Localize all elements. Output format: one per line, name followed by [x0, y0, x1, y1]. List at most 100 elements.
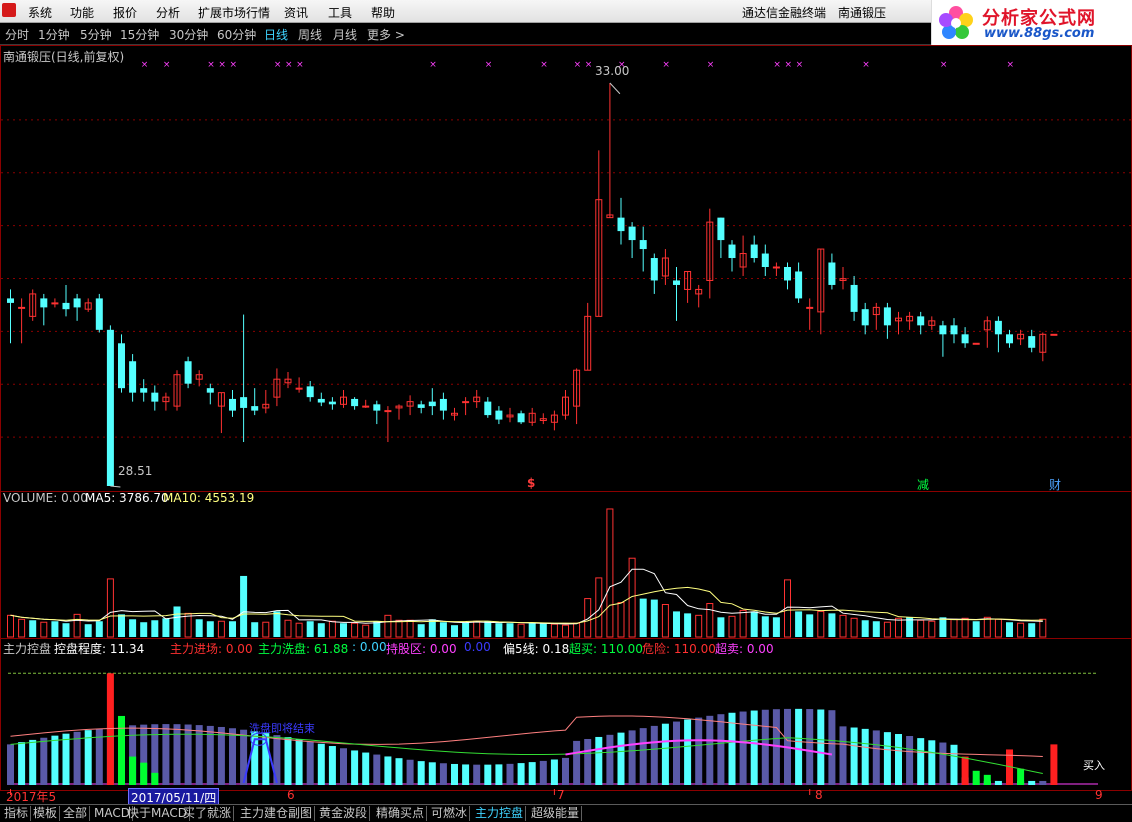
indicator-name: 主力控盘	[3, 642, 52, 656]
volume-bar-down	[428, 619, 436, 637]
volume-bar-up	[950, 618, 958, 638]
wash-bar	[118, 715, 125, 785]
menu-item-function[interactable]: 功能	[70, 4, 94, 21]
tab-golden-band[interactable]: 黄金波段	[317, 806, 371, 821]
high-pointer	[609, 82, 621, 95]
control-degree-bar	[273, 735, 281, 785]
menu-item-system[interactable]: 系统	[28, 4, 52, 21]
event-marker-dollar[interactable]: $	[527, 476, 535, 490]
indicator-main-entry: 主力进场: 0.00	[170, 642, 253, 656]
control-degree-bar	[806, 709, 814, 785]
candle-body-down	[650, 258, 658, 281]
volume-bar-up	[362, 624, 370, 638]
volume-bar-down	[639, 598, 647, 637]
flower-logo-icon	[939, 6, 973, 39]
control-degree-bar	[295, 739, 303, 785]
period-more[interactable]: 更多 >	[367, 26, 405, 43]
candle-body-down	[917, 316, 925, 326]
tab-main-control[interactable]: 主力控盘	[473, 806, 527, 821]
volume-bar-up	[40, 621, 48, 638]
volume-bar-up	[395, 619, 403, 638]
control-degree-bar	[928, 740, 936, 785]
chart-area[interactable]: × × × × × × × × × × × × × × × × × × × × × ×	[0, 45, 1132, 805]
candle-body-down	[240, 397, 248, 408]
x-axis-label-sep: 9	[1095, 788, 1103, 802]
volume-bar-down	[195, 619, 203, 637]
candle-body-down	[373, 404, 381, 411]
volume-bar-down	[506, 623, 514, 637]
main-entry-bar	[1050, 744, 1058, 785]
control-degree-bar	[628, 730, 636, 785]
tab-main-build-position[interactable]: 主力建仓副图	[238, 806, 316, 821]
event-marker-finance[interactable]: 财	[1049, 476, 1061, 493]
volume-bar-up	[617, 602, 625, 638]
tab-combustible-ice[interactable]: 可燃冰	[429, 806, 471, 821]
candle-body-down	[40, 298, 48, 308]
candle-body-down	[728, 244, 736, 259]
period-monthly[interactable]: 月线	[333, 26, 357, 43]
candle-body-down	[484, 401, 492, 416]
period-1min[interactable]: 1分钟	[38, 26, 70, 43]
candle-body-down	[428, 401, 436, 407]
volume-ma5: MA5: 3786.70	[85, 491, 169, 505]
wash-end-annotation: 洗盘即将结束	[249, 722, 315, 735]
control-degree-bar	[617, 732, 625, 785]
control-degree-bar	[473, 764, 481, 785]
volume-bar-down	[29, 620, 37, 637]
volume-bar-down	[173, 606, 181, 637]
top-signal-marker: ×	[574, 60, 582, 70]
volume-bar-down	[939, 617, 947, 637]
control-degree-bar	[695, 717, 703, 785]
wash-bar	[983, 774, 991, 785]
period-daily[interactable]: 日线	[264, 26, 288, 43]
top-signal-marker: ×	[141, 60, 149, 70]
control-degree-bar	[817, 709, 825, 785]
period-5min[interactable]: 5分钟	[80, 26, 112, 43]
volume-bar-down	[417, 624, 425, 637]
candle-body-up	[362, 405, 370, 408]
top-signal-marker: ×	[540, 60, 548, 70]
control-degree-bar	[994, 780, 1002, 785]
control-degree-bar	[362, 752, 370, 785]
tab-super-energy[interactable]: 超级能量	[529, 806, 583, 821]
volume-bar-down	[772, 617, 780, 637]
control-degree-bar	[883, 732, 891, 785]
tab-indicator[interactable]: 指标	[2, 806, 32, 821]
candle-body-down	[994, 320, 1002, 335]
app-logo-icon[interactable]	[2, 3, 16, 17]
top-signal-marker: ×	[773, 60, 781, 70]
volume-bar-up	[917, 619, 925, 638]
menu-item-extended-market[interactable]: 扩展市场行情	[198, 4, 270, 21]
top-signal-marker: ×	[429, 60, 437, 70]
event-marker-reduce[interactable]: 减	[917, 476, 929, 493]
menu-item-quote[interactable]: 报价	[113, 4, 137, 21]
volume-bar-up	[661, 604, 669, 638]
candle-body-down	[961, 334, 969, 344]
tab-template[interactable]: 模板	[31, 806, 61, 821]
period-15min[interactable]: 15分钟	[120, 26, 159, 43]
tab-all[interactable]: 全部	[61, 806, 91, 821]
menu-item-analysis[interactable]: 分析	[156, 4, 180, 21]
volume-bar-up	[517, 623, 525, 638]
x-axis-label-may: 2017年5	[6, 790, 57, 804]
tab-buy-and-rise[interactable]: 买了就涨	[181, 806, 235, 821]
menu-item-news[interactable]: 资讯	[284, 4, 308, 21]
candle-body-down	[761, 253, 769, 267]
control-degree-bar	[173, 724, 181, 785]
tab-precise-buy[interactable]: 精确买点	[374, 806, 428, 821]
period-weekly[interactable]: 周线	[298, 26, 322, 43]
volume-bar-up	[817, 610, 825, 638]
control-degree-bar	[451, 763, 458, 785]
control-degree-bar	[73, 731, 81, 785]
volume-bar-up	[550, 623, 558, 638]
volume-bar-up	[7, 614, 14, 638]
control-degree-bar	[306, 741, 314, 785]
candle-body-down	[883, 307, 891, 326]
period-tick[interactable]: 分时	[5, 26, 29, 43]
volume-bar-up	[728, 615, 736, 638]
menu-item-help[interactable]: 帮助	[371, 4, 395, 21]
period-30min[interactable]: 30分钟	[169, 26, 208, 43]
menu-item-tools[interactable]: 工具	[328, 4, 352, 21]
period-60min[interactable]: 60分钟	[217, 26, 256, 43]
volume-bar-up	[961, 617, 969, 638]
